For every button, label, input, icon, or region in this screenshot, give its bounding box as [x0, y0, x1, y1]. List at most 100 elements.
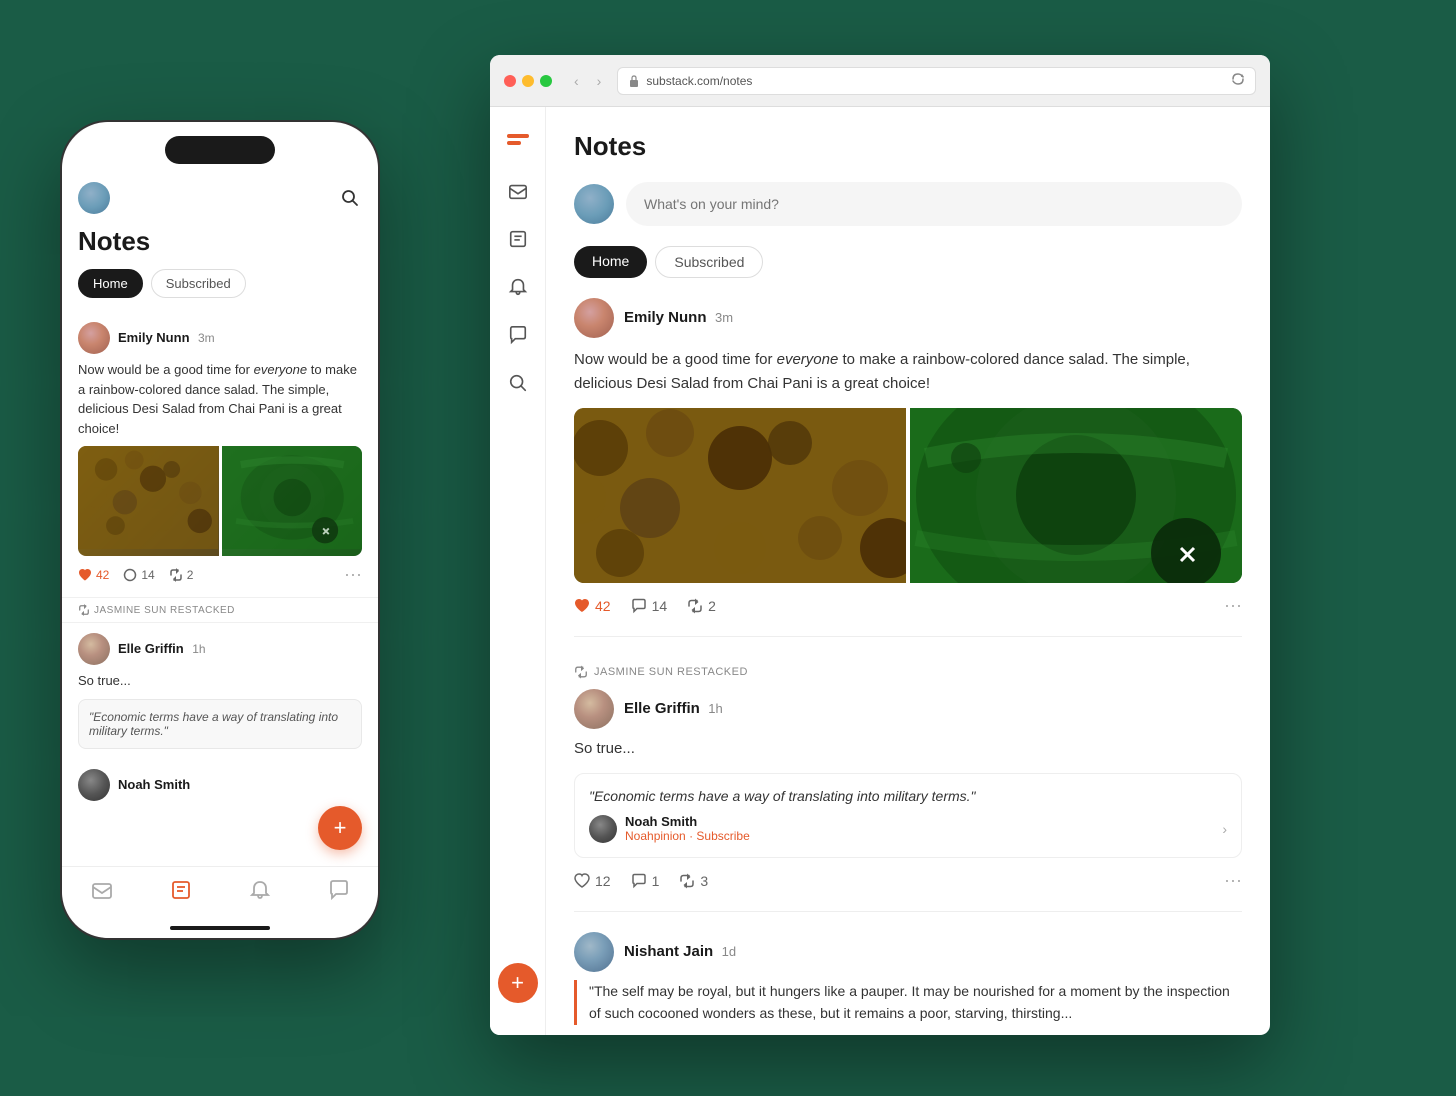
phone-comment-btn[interactable]: 14 [123, 568, 154, 582]
post-1-avatar[interactable] [574, 298, 614, 338]
phone-nav-chat[interactable] [319, 879, 359, 901]
phone-restack-btn[interactable]: 2 [169, 568, 194, 582]
phone-post-1-author: Emily Nunn [118, 330, 190, 345]
post-1-images [574, 408, 1242, 583]
phone-like-btn[interactable]: 42 [78, 568, 109, 582]
phone-screen: Notes Home Subscribed Emily Nunn 3m Now … [62, 122, 378, 938]
phone-fab[interactable]: + [318, 806, 362, 850]
post-2-avatar[interactable] [574, 689, 614, 729]
phone-post-1: Emily Nunn 3m Now would be a good time f… [62, 310, 378, 598]
phone-notch [165, 136, 275, 164]
post-2-more-btn[interactable]: ··· [1224, 870, 1242, 891]
phone-post-1-avatar[interactable] [78, 322, 110, 354]
minimize-button[interactable] [522, 75, 534, 87]
phone-post-3-avatar[interactable] [78, 769, 110, 801]
sidebar-compose-btn[interactable]: + [498, 963, 538, 1003]
post-1-restack-btn[interactable]: 2 [687, 598, 716, 614]
browser-chrome: ‹ › substack.com/notes [490, 55, 1270, 107]
phone-tab-home[interactable]: Home [78, 269, 143, 298]
sidebar-notes[interactable] [498, 219, 538, 259]
post-3-time: 1d [722, 944, 736, 959]
phone-comment-count: 14 [141, 568, 154, 582]
post-1-comment-count: 14 [652, 598, 668, 614]
post-3-quote-bar: "The self may be royal, but it hungers l… [574, 980, 1242, 1025]
phone-post-2-quote: "Economic terms have a way of translatin… [78, 699, 362, 749]
close-button[interactable] [504, 75, 516, 87]
post-1-comment-btn[interactable]: 14 [631, 598, 668, 614]
post-1-actions: 42 14 2 ··· [574, 595, 1242, 616]
post-1-image-2 [910, 408, 1242, 583]
post-1-time: 3m [715, 310, 733, 325]
phone-post-1-image-1 [78, 446, 219, 556]
tab-home[interactable]: Home [574, 246, 647, 278]
url-text: substack.com/notes [646, 74, 752, 88]
post-2-like-btn[interactable]: 12 [574, 873, 611, 889]
forward-button[interactable]: › [591, 71, 608, 91]
post-2-restack-btn[interactable]: 3 [679, 873, 708, 889]
phone-post-1-header: Emily Nunn 3m [78, 322, 362, 354]
post-1: Emily Nunn 3m Now would be a good time f… [574, 298, 1242, 637]
phone-post-1-text: Now would be a good time for everyone to… [78, 360, 362, 438]
phone-search-icon[interactable] [338, 186, 362, 210]
sidebar-bell[interactable] [498, 267, 538, 307]
phone-tabs: Home Subscribed [62, 269, 378, 310]
phone-home-indicator [170, 926, 270, 930]
phone-post-2-header: Elle Griffin 1h [78, 633, 362, 665]
compose-avatar [574, 184, 614, 224]
back-button[interactable]: ‹ [568, 71, 585, 91]
browser-window: ‹ › substack.com/notes [490, 55, 1270, 1035]
post-2: Elle Griffin 1h So true... "Economic ter… [574, 689, 1242, 912]
phone-nav-inbox[interactable] [82, 879, 122, 901]
browser-nav-buttons: ‹ › [568, 71, 607, 91]
phone-page-title: Notes [62, 226, 378, 269]
sidebar-chat[interactable] [498, 315, 538, 355]
reload-button[interactable] [1231, 72, 1245, 89]
phone-user-avatar[interactable] [78, 182, 110, 214]
maximize-button[interactable] [540, 75, 552, 87]
phone-mockup: Notes Home Subscribed Emily Nunn 3m Now … [60, 120, 380, 940]
phone-post-2: Elle Griffin 1h So true... "Economic ter… [62, 623, 378, 759]
compose-area [574, 182, 1242, 226]
phone-post-2-time: 1h [192, 642, 205, 656]
phone-post-2-author: Elle Griffin [118, 641, 184, 656]
browser-sidebar: + [490, 107, 546, 1035]
post-1-text: Now would be a good time for everyone to… [574, 348, 1242, 396]
post-2-like-count: 12 [595, 873, 611, 889]
phone-post-3-author: Noah Smith [118, 777, 190, 792]
substack-logo[interactable] [502, 123, 534, 155]
phone-restack-count: 2 [187, 568, 194, 582]
phone-nav-notes[interactable] [161, 879, 201, 901]
post-3-header: Nishant Jain 1d [574, 932, 1242, 972]
phone-post-2-avatar[interactable] [78, 633, 110, 665]
post-3-avatar[interactable] [574, 932, 614, 972]
phone-tab-subscribed[interactable]: Subscribed [151, 269, 246, 298]
phone-more-btn[interactable]: ··· [344, 564, 362, 585]
post-2-quote-avatar [589, 815, 617, 843]
substack-logo-mark [507, 134, 529, 145]
browser-body: + Notes Home Subscribed Emily Nunn [490, 107, 1270, 1035]
subscribe-link[interactable]: Subscribe [696, 829, 749, 843]
phone-post-2-text: So true... [78, 671, 362, 691]
post-1-like-btn[interactable]: 42 [574, 598, 611, 614]
page-title: Notes [574, 131, 1242, 162]
post-3-author: Nishant Jain [624, 943, 713, 960]
phone-restack-label: JASMINE SUN RESTACKED [94, 605, 235, 616]
tab-subscribed[interactable]: Subscribed [655, 246, 763, 278]
post-2-comment-count: 1 [652, 873, 660, 889]
post-2-quote-publication: Noahpinion · Subscribe [625, 829, 750, 843]
sidebar-inbox[interactable] [498, 171, 538, 211]
url-bar[interactable]: substack.com/notes [617, 67, 1256, 95]
quote-chevron-icon: › [1222, 821, 1227, 837]
post-2-comment-btn[interactable]: 1 [631, 873, 660, 889]
sidebar-search[interactable] [498, 363, 538, 403]
logo-line-1 [507, 134, 529, 138]
post-2-actions: 12 1 3 ··· [574, 870, 1242, 891]
phone-post-3-preview: Noah Smith [62, 759, 378, 811]
post-2-author: Elle Griffin [624, 700, 700, 717]
post-1-restack-count: 2 [708, 598, 716, 614]
compose-input[interactable] [626, 182, 1242, 226]
phone-nav-bell[interactable] [240, 879, 280, 901]
post-1-image-1 [574, 408, 906, 583]
lock-icon [628, 75, 640, 87]
post-1-more-btn[interactable]: ··· [1224, 595, 1242, 616]
